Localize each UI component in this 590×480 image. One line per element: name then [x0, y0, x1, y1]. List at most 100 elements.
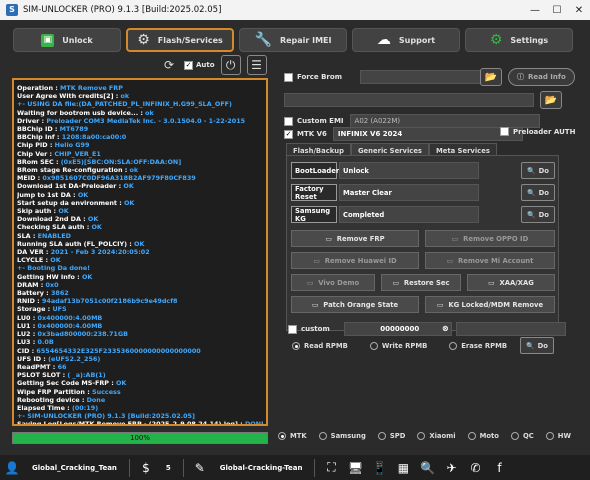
force-brom-checkbox[interactable]: [284, 72, 293, 82]
model-select[interactable]: INFINIX V6 2024: [332, 127, 523, 141]
sliders-icon[interactable]: ☰: [246, 55, 267, 75]
refresh-icon[interactable]: ⟳: [160, 56, 178, 74]
log-text: PSLOT SLOT :: [17, 371, 68, 380]
bootloader-do-button[interactable]: 🔍 Do: [521, 162, 555, 179]
rpmb-radio-2[interactable]: [449, 342, 458, 350]
custom-value-input[interactable]: 00000000 ⊗: [343, 322, 452, 336]
telegram-icon[interactable]: ✈: [439, 456, 463, 480]
search-icon: 🔍: [526, 341, 535, 350]
clear-icon[interactable]: ⊗: [442, 324, 449, 333]
open-folder-button[interactable]: 📂: [480, 68, 502, 86]
mtk-v6-checkbox[interactable]: ✓: [284, 129, 293, 139]
open-file-button[interactable]: 📂: [540, 91, 562, 109]
minimize-button[interactable]: —: [524, 0, 546, 20]
services-panel: BootLoader Unlock 🔍 Do Factory Reset Mast…: [286, 155, 559, 331]
remove-huawei-id-button[interactable]: ▭ Remove Huawei ID: [291, 252, 419, 269]
remove-mi-account-button[interactable]: ▭ Remove Mi Account: [425, 252, 555, 269]
info-icon: ⓘ: [517, 73, 524, 81]
kg-locked-mdm-remove-button[interactable]: ▭ KG Locked/MDM Remove: [425, 296, 555, 313]
custom-emi-input[interactable]: A02 (A022M): [349, 114, 540, 128]
progress-bar: 100%: [12, 432, 268, 444]
log-line: BRom stage Re-configuration : ok: [17, 166, 263, 174]
nav-flash-services-button[interactable]: ⚙ Flash/Services: [126, 28, 234, 52]
port-select[interactable]: [359, 70, 500, 84]
user-icon[interactable]: 👤: [0, 456, 24, 480]
remove-huawei-label: Remove Huawei ID: [324, 256, 397, 265]
log-text: 0x0: [45, 280, 59, 289]
platform-radio-xiaomi[interactable]: [417, 432, 426, 440]
nav-support-button[interactable]: ☁ Support: [352, 28, 460, 52]
edit-icon[interactable]: ✎: [188, 456, 212, 480]
platform-radio-samsung[interactable]: [318, 432, 327, 440]
preloader-auth-label: Preloader AUTH: [513, 127, 576, 136]
read-info-button[interactable]: ⓘ Read Info: [508, 68, 575, 86]
do-label: Do: [538, 188, 549, 197]
log-line: Skip auth : OK: [17, 207, 263, 215]
log-text: 66: [57, 362, 67, 371]
log-line: LU0 : 0x400000:4.00MB: [17, 314, 263, 322]
whatsapp-icon[interactable]: ✆: [463, 456, 487, 480]
preloader-auth-checkbox[interactable]: [500, 127, 509, 136]
chip-icon[interactable]: ▦: [391, 456, 415, 480]
file-path-input[interactable]: [284, 93, 534, 107]
maximize-button[interactable]: ☐: [546, 0, 568, 20]
patch-orange-label: Patch Orange State: [323, 300, 399, 309]
restore-sec-button[interactable]: ▭ Restore Sec: [381, 274, 461, 291]
dollar-icon[interactable]: $: [134, 456, 158, 480]
remove-oppo-label: Remove OPPO ID: [463, 234, 529, 243]
computer-icon[interactable]: 🖥: [343, 456, 367, 480]
rpmb-radio-0[interactable]: [292, 342, 300, 350]
log-text: DA VER :: [17, 248, 51, 257]
factory-reset-select[interactable]: Master Clear: [339, 184, 479, 201]
platform-radio-moto[interactable]: [467, 432, 476, 440]
status-bar: 👤 Global_Cracking_Tean $ 5 ✎ Global-Crac…: [0, 455, 590, 480]
platform-label: QC: [522, 432, 534, 440]
log-text: LU0 :: [17, 313, 38, 322]
phone-icon: ▭: [446, 256, 454, 265]
phone-icon: ▭: [306, 278, 314, 287]
rpmb-do-button[interactable]: 🔍 Do: [520, 337, 554, 354]
custom-checkbox[interactable]: [288, 324, 297, 334]
platform-radio-qc[interactable]: [510, 432, 519, 440]
vivo-demo-button[interactable]: ▭ Vivo Demo: [291, 274, 375, 291]
log-text: UFS ID :: [17, 354, 49, 363]
credits-count: 5: [165, 463, 171, 472]
custom-extra-input[interactable]: [455, 322, 566, 336]
phone-icon: ▭: [313, 256, 320, 265]
remove-frp-button[interactable]: ▭ Remove FRP: [291, 230, 419, 247]
log-text: ok: [120, 92, 130, 101]
bootloader-select[interactable]: Unlock: [339, 162, 479, 179]
log-panel[interactable]: Operation : MTK Remove FRP User Agree Wit…: [12, 78, 268, 426]
scan-icon[interactable]: ⛶: [319, 456, 343, 480]
nav-settings-button[interactable]: ⚙ Settings: [465, 28, 573, 52]
custom-emi-checkbox[interactable]: [284, 116, 293, 126]
nav-unlock-button[interactable]: ▣ Unlock: [13, 28, 121, 52]
platform-radio-spd[interactable]: [377, 432, 386, 440]
platform-radio-hw[interactable]: [545, 432, 554, 440]
factory-reset-do-button[interactable]: 🔍 Do: [521, 184, 555, 201]
power-icon[interactable]: ⏻: [220, 55, 241, 75]
platform-radio-mtk[interactable]: [278, 432, 286, 440]
magnifier-icon[interactable]: 🔍: [415, 456, 439, 480]
log-line: Battery : 3862: [17, 289, 263, 297]
remove-oppo-id-button[interactable]: ▭ Remove OPPO ID: [425, 230, 555, 247]
facebook-icon[interactable]: f: [487, 456, 511, 480]
patch-orange-state-button[interactable]: ▭ Patch Orange State: [291, 296, 419, 313]
samsung-kg-do-button[interactable]: 🔍 Do: [521, 206, 555, 223]
log-text: 2021 - Feb 3 2024:20:05:02: [50, 248, 150, 257]
restore-sec-label: Restore Sec: [403, 278, 450, 287]
samsung-kg-select[interactable]: Completed: [339, 206, 479, 223]
phone-icon: ▭: [488, 278, 495, 287]
xaa-xag-button[interactable]: ▭ XAA/XAG: [467, 274, 555, 291]
log-line: LU2 : 0x3bad800000:238.71GB: [17, 330, 263, 338]
progress-text: 100%: [129, 434, 150, 442]
log-text: MTK Remove FRP: [60, 84, 123, 92]
log-text: RNID :: [17, 297, 42, 306]
rpmb-radio-1[interactable]: [369, 342, 378, 350]
phone-icon[interactable]: 📱: [367, 456, 391, 480]
do-label: Do: [538, 166, 549, 175]
close-button[interactable]: ✕: [568, 0, 590, 20]
nav-repair-imei-button[interactable]: 🔧 Repair IMEI: [239, 28, 347, 52]
log-text: 0x400000:4.00MB: [37, 321, 103, 330]
auto-checkbox[interactable]: ✓: [184, 60, 193, 70]
